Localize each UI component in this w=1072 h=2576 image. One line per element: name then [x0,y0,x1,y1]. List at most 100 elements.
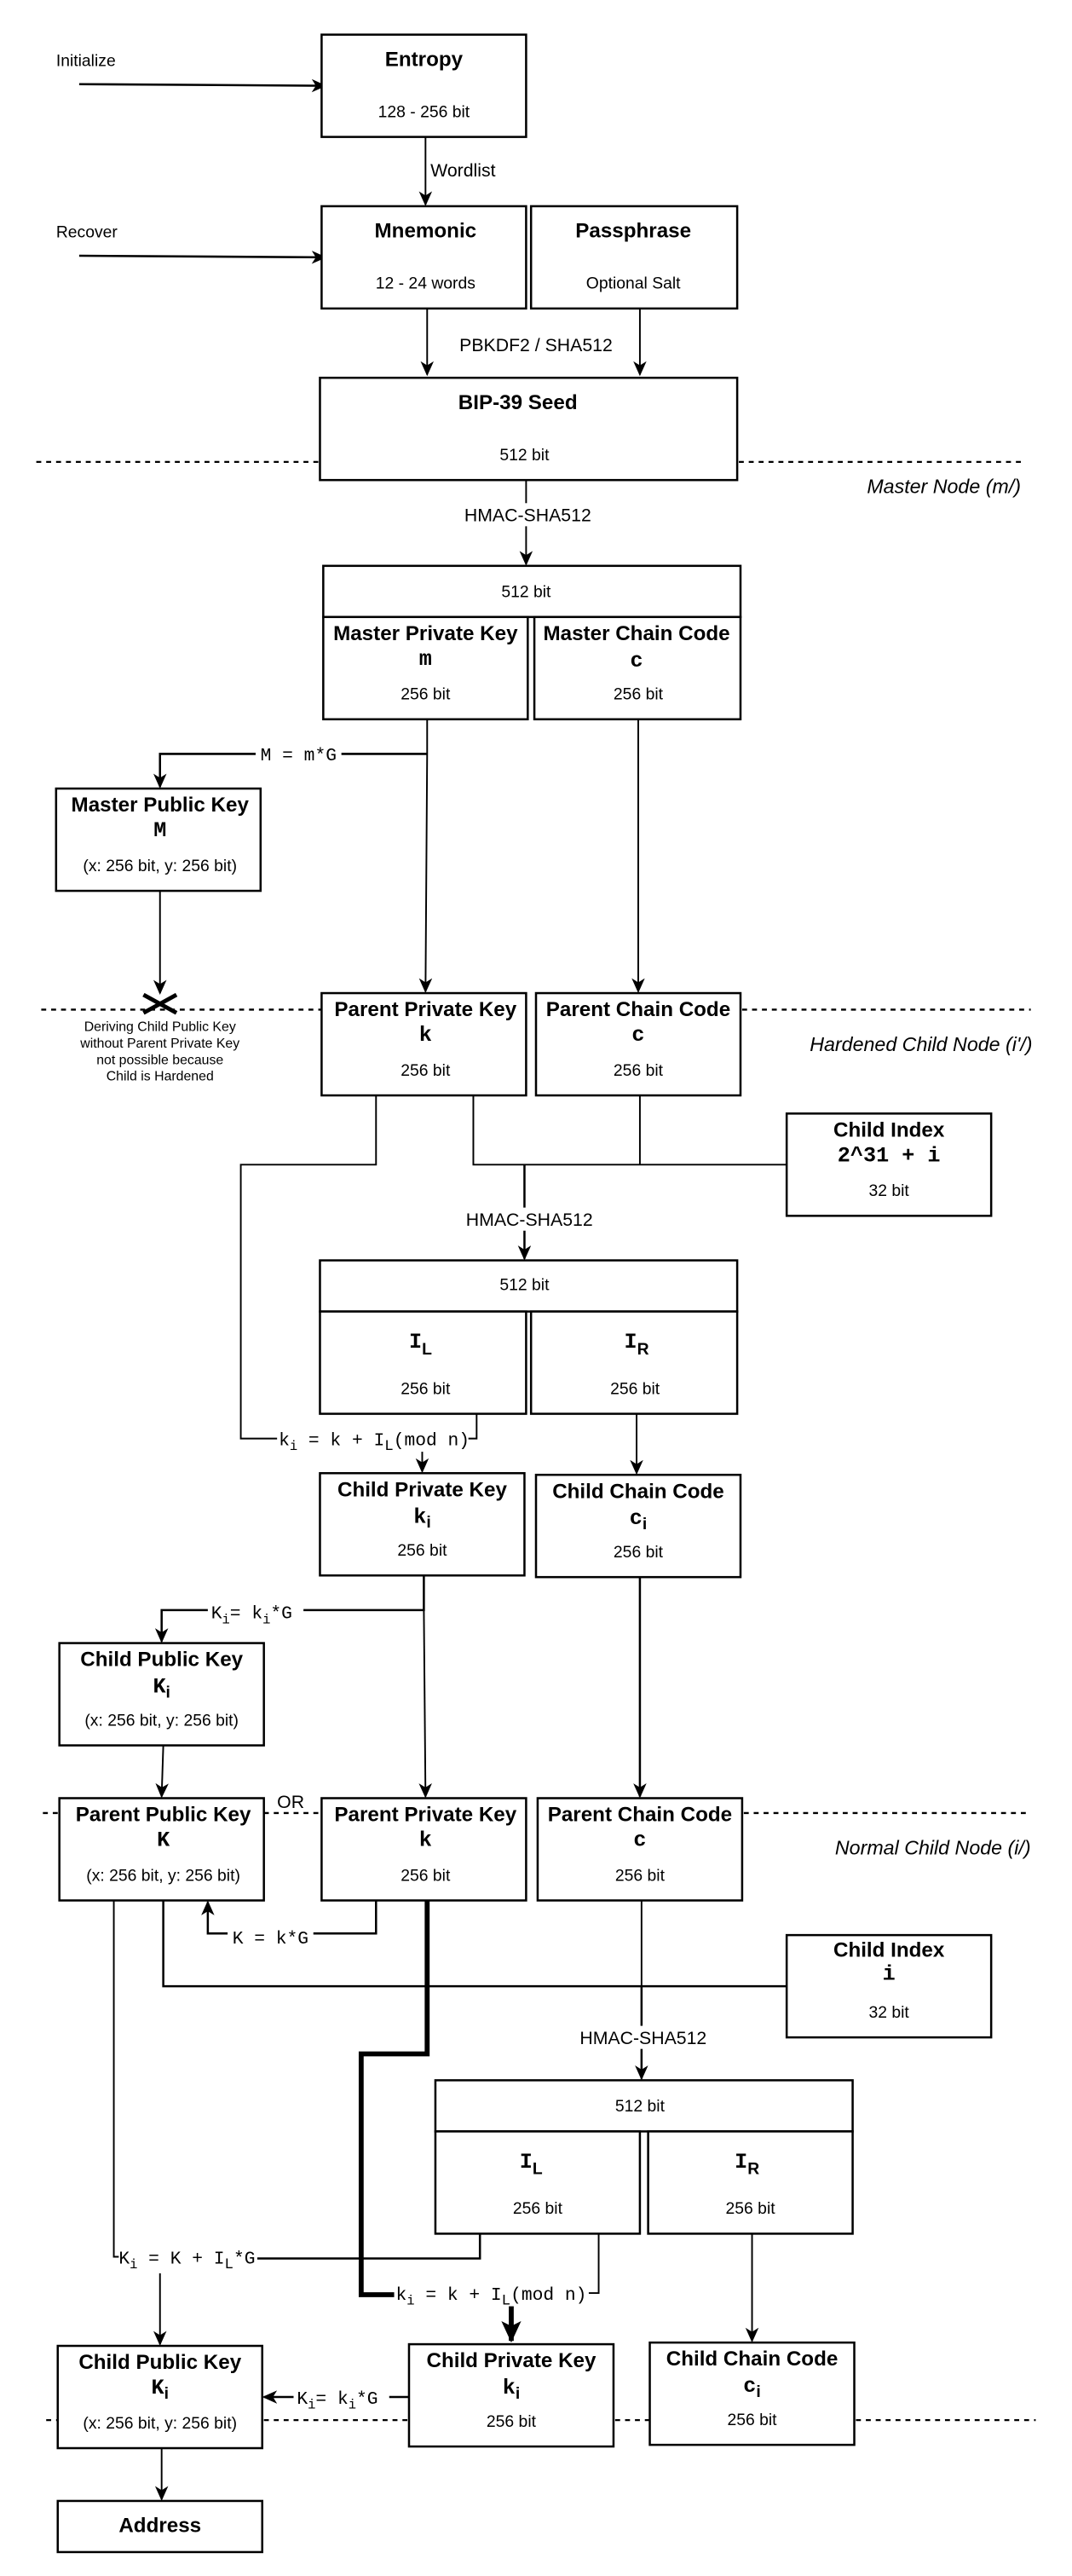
normal-ir-box: IR 256 bit [647,2130,854,2235]
pbkdf2-label: PBKDF2 / SHA512 [459,335,613,355]
svg-text:256 bit: 256 bit [727,2411,777,2429]
normal-il-to-private-addition-line [588,2233,600,2295]
master-chain-code-box: Master Chain Code c 256 bit [533,615,742,721]
normal-child-private-key-box: Child Private Key ki 256 bit [407,2342,615,2448]
hardened-child-public-key-box: Child Public Key Ki (x: 256 bit, y: 256 … [58,1642,265,1747]
svg-text:2^31 + i: 2^31 + i [838,1143,941,1168]
svg-text:256 bit: 256 bit [401,1379,451,1398]
svg-text:Child Public Key: Child Public Key [80,1649,243,1672]
svg-text:256 bit: 256 bit [513,2199,563,2218]
hardened-hmac-output: 512 bit [319,1259,739,1313]
svg-text:(x: 256 bit, y: 256 bit): (x: 256 bit, y: 256 bit) [84,1711,239,1730]
svg-text:without Parent Private Key: without Parent Private Key [79,1037,239,1051]
master-private-key-box: Master Private Key m 256 bit [322,615,529,721]
svg-text:Child Private Key: Child Private Key [426,2349,596,2372]
svg-text:c: c [633,1828,646,1853]
mnemonic-box: Mnemonic 12 - 24 words [320,205,527,310]
svg-text:Master Private Key: Master Private Key [333,622,518,645]
svg-text:Parent Private Key: Parent Private Key [334,1804,516,1827]
svg-text:Child Chain Code: Child Chain Code [552,1480,724,1503]
normal-il-box: IL 256 bit [434,2130,642,2235]
svg-text:256 bit: 256 bit [615,1866,666,1885]
child-public-to-parent-public-arrow [155,1745,169,1799]
svg-text:k: k [419,1828,432,1853]
svg-text:M: M [153,818,166,843]
hmac-label-normal: HMAC-SHA512 [579,2028,706,2048]
hardened-child-private-key-box: Child Private Key ki 256 bit [319,1471,526,1577]
svg-text:Child Chain Code: Child Chain Code [666,2348,839,2371]
recover-arrow [78,251,327,264]
private-key-derivation-path [358,1900,430,2297]
svg-text:256 bit: 256 bit [397,1541,447,1560]
svg-text:i: i [883,1961,896,1986]
passphrase-box: Passphrase Optional Salt [529,205,739,310]
recover-label: Recover [56,223,118,242]
normal-parent-private-key-box: Parent Private Key k 256 bit [320,1797,527,1902]
svg-text:Parent Chain Code: Parent Chain Code [546,998,730,1021]
svg-text:Deriving Child Public Key: Deriving Child Public Key [84,1020,236,1035]
hardened-parent-chain-code-box: Parent Chain Code c 256 bit [534,991,742,1097]
hardened-ir-box: IR 256 bit [529,1310,739,1415]
blocked-x-icon [142,992,178,1015]
svg-text:12 - 24 words: 12 - 24 words [376,274,475,293]
hardened-child-index-box: Child Index 2^31 + i 32 bit [785,1112,993,1217]
hardened-hmac-inputs-line [472,1095,787,1166]
normal-child-index-box: Child Index i 32 bit [785,1933,993,2039]
svg-text:Child Index: Child Index [833,1118,945,1141]
normal-parent-public-to-addition-line [112,1900,119,2258]
svg-text:c: c [631,1023,644,1048]
master-public-key-box: Master Public Key M (x: 256 bit, y: 256 … [55,787,262,892]
svg-text:(x: 256 bit, y: 256 bit): (x: 256 bit, y: 256 bit) [83,857,237,875]
svg-text:256 bit: 256 bit [487,2412,537,2431]
normal-child-public-key-box: Child Public Key Ki (x: 256 bit, y: 256 … [56,2344,263,2450]
hmac-label-hardened: HMAC-SHA512 [466,1210,593,1230]
address-box: Address [56,2499,263,2554]
svg-text:32 bit: 32 bit [868,1181,909,1200]
entropy-box: Entropy 128 - 256 bit [320,33,527,138]
level-label-normal: Normal Child Node (i/) [835,1836,1031,1858]
svg-text:Mnemonic: Mnemonic [375,220,477,243]
svg-text:Address: Address [118,2515,201,2538]
svg-text:c: c [631,649,643,673]
svg-text:512 bit: 512 bit [499,1275,550,1294]
svg-text:Passphrase: Passphrase [575,220,691,243]
or-label: OR [277,1792,304,1812]
svg-text:512 bit: 512 bit [501,583,551,602]
svg-text:(x: 256 bit, y: 256 bit): (x: 256 bit, y: 256 bit) [83,2414,237,2433]
normal-parent-chain-code-box: Parent Chain Code c 256 bit [536,1797,744,1902]
svg-text:Child is Hardened: Child is Hardened [107,1070,214,1084]
svg-text:not possible because: not possible because [96,1053,223,1067]
hardened-note: Deriving Child Public Key without Parent… [79,1020,239,1084]
normal-hmac-output: 512 bit [434,2079,854,2133]
svg-text:Entropy: Entropy [385,48,464,71]
svg-text:Master Public Key: Master Public Key [72,794,250,817]
master-hmac-output: 512 bit [322,564,742,619]
hardened-child-chain-code-box: Child Chain Code ci 256 bit [534,1473,742,1579]
svg-text:Child Private Key: Child Private Key [337,1478,507,1501]
hardened-private-derivation-formula: ki = k + IL(mod n) [279,1430,470,1455]
normal-child-chain-code-box: Child Chain Code ci 256 bit [648,2341,856,2446]
svg-text:256 bit: 256 bit [726,2199,776,2218]
hardened-il-to-addition-line [468,1413,478,1440]
wordlist-label: Wordlist [430,160,496,181]
svg-text:Parent Public Key: Parent Public Key [76,1804,251,1827]
hmac-label-master: HMAC-SHA512 [464,505,591,526]
svg-text:m: m [419,647,432,672]
svg-text:512 bit: 512 bit [499,446,550,465]
svg-text:(x: 256 bit, y: 256 bit): (x: 256 bit, y: 256 bit) [86,1866,240,1885]
svg-text:32 bit: 32 bit [868,2003,909,2022]
svg-text:256 bit: 256 bit [401,1866,451,1885]
parent-public-formula: K = k*G [233,1929,308,1949]
svg-text:Parent Chain Code: Parent Chain Code [548,1804,732,1827]
initialize-label: Initialize [56,51,116,70]
svg-text:256 bit: 256 bit [614,1061,664,1080]
svg-text:512 bit: 512 bit [615,2097,666,2116]
master-private-to-parent-arrow [418,719,433,994]
level-label-hardened: Hardened Child Node (i'/) [810,1033,1032,1055]
level-label-master: Master Node (m/) [867,476,1021,498]
svg-text:256 bit: 256 bit [614,1543,664,1562]
normal-public-derivation-formula: Ki = K + IL*G [118,2249,255,2273]
svg-text:K: K [157,1828,170,1853]
svg-text:256 bit: 256 bit [610,1379,660,1398]
svg-text:128 - 256 bit: 128 - 256 bit [378,102,470,121]
